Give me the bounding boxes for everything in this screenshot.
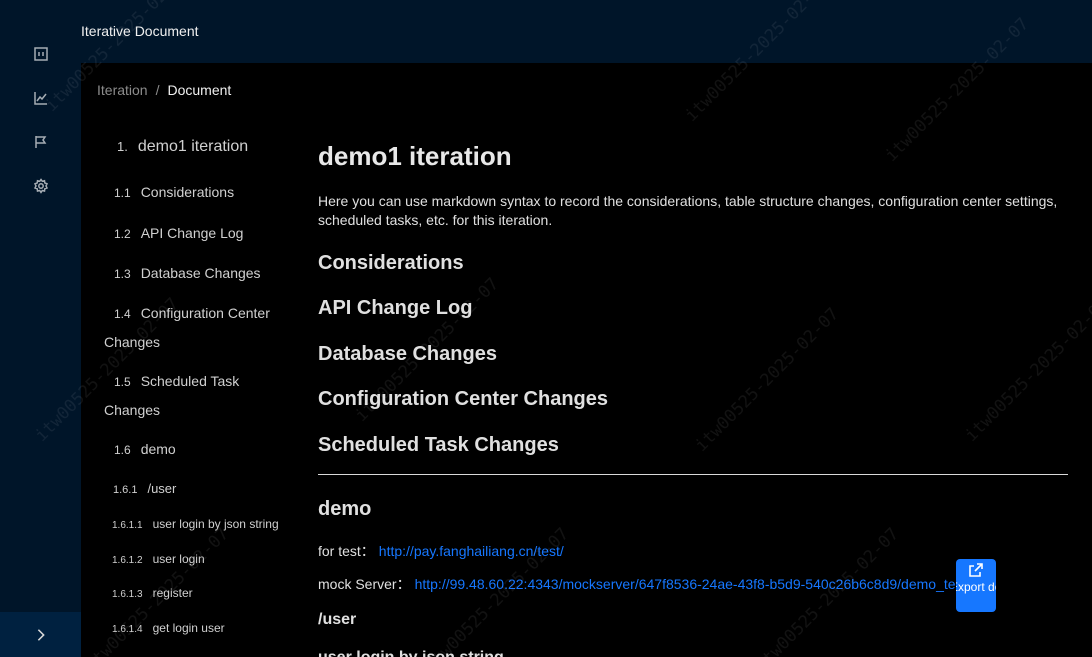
toc-item-user[interactable]: 1.6.1/user bbox=[113, 481, 176, 497]
section-considerations: Considerations bbox=[318, 252, 464, 274]
toc-label: Database Changes bbox=[140, 265, 261, 281]
toc-num: 1.6 bbox=[114, 443, 131, 457]
table-of-contents: 1. demo1 iteration 1.1 Considerations 1.2 A… bbox=[81, 63, 301, 657]
export-document-button[interactable]: Export document bbox=[956, 559, 996, 612]
top-header: Iterative Document bbox=[81, 0, 1092, 63]
toc-num: 1.2 bbox=[114, 227, 131, 241]
toc-num: 1.6.1 bbox=[113, 484, 138, 496]
section-api-change-log: API Change Log bbox=[318, 297, 473, 319]
for-test-label: for test： bbox=[318, 543, 375, 559]
section-user-login-by-json-string: user login by json string bbox=[318, 649, 504, 657]
page-title: Iterative Document bbox=[81, 23, 199, 39]
toc-label: get login user bbox=[152, 621, 225, 635]
toc-num: 1.6.1.2 bbox=[112, 555, 143, 566]
for-test-link[interactable]: http://pay.fanghailiang.cn/test/ bbox=[379, 543, 564, 559]
toc-label: Considerations bbox=[140, 184, 235, 200]
toc-label: Configuration Center bbox=[140, 305, 270, 321]
toc-item-database-changes[interactable]: 1.3 Database Changes bbox=[114, 265, 261, 282]
dashboard-icon[interactable] bbox=[31, 44, 51, 64]
divider bbox=[318, 474, 1068, 475]
mock-server-link[interactable]: http://99.48.60.22:4343/mockserver/647f8… bbox=[415, 576, 967, 592]
toc-item-user-login[interactable]: 1.6.1.2 user login bbox=[112, 552, 205, 567]
toc-label: API Change Log bbox=[140, 225, 244, 241]
toc-item-configuration-center-changes[interactable]: 1.4 Configuration Center bbox=[114, 305, 270, 322]
toc-label: user login bbox=[152, 552, 205, 566]
main-content: Iteration / Document 1. demo1 iteration 1… bbox=[81, 63, 1092, 657]
toc-item-scheduled-task-changes-wrap[interactable]: Changes bbox=[104, 402, 160, 419]
toc-item-api-change-log[interactable]: 1.2 API Change Log bbox=[114, 225, 243, 242]
toc-label: demo1 iteration bbox=[137, 138, 249, 155]
toc-item-user-login-by-json-string[interactable]: 1.6.1.1 user login by json string bbox=[112, 517, 279, 532]
toc-item-configuration-center-changes-wrap[interactable]: Changes bbox=[104, 334, 160, 351]
toc-item-register[interactable]: 1.6.1.3 register bbox=[112, 586, 193, 601]
side-nav bbox=[0, 0, 81, 657]
toc-label: user login by json string bbox=[152, 517, 279, 531]
mock-server-line: mock Server： http://99.48.60.22:4343/mock… bbox=[318, 574, 966, 594]
chevron-right-icon bbox=[37, 628, 45, 641]
toc-num: 1. bbox=[117, 139, 128, 154]
toc-item-get-login-user[interactable]: 1.6.1.4 get login user bbox=[112, 621, 225, 636]
toc-num: 1.6.1.4 bbox=[112, 624, 143, 635]
section-configuration-center-changes: Configuration Center Changes bbox=[318, 388, 609, 410]
mock-server-label: mock Server： bbox=[318, 576, 411, 592]
toc-label-wrap: Changes bbox=[104, 334, 161, 350]
toc-num: 1.6.1.1 bbox=[112, 520, 143, 531]
flag-icon[interactable] bbox=[31, 132, 51, 152]
toc-item-demo[interactable]: 1.6 demo bbox=[114, 441, 176, 458]
toc-label: /user bbox=[147, 481, 177, 496]
toc-num: 1.6.1.3 bbox=[112, 589, 143, 600]
toc-label: demo bbox=[140, 441, 176, 457]
export-document-label: Export document bbox=[956, 580, 996, 594]
toc-label: Scheduled Task bbox=[140, 373, 240, 389]
section-demo: demo bbox=[318, 498, 372, 520]
toc-label: register bbox=[152, 586, 193, 600]
section-user: /user bbox=[318, 611, 357, 628]
section-database-changes: Database Changes bbox=[318, 343, 497, 365]
toc-item-scheduled-task-changes[interactable]: 1.5 Scheduled Task bbox=[114, 373, 239, 390]
toc-num: 1.3 bbox=[114, 267, 131, 281]
toc-item-demo1-iteration[interactable]: 1. demo1 iteration bbox=[117, 137, 248, 156]
document-title: demo1 iteration bbox=[318, 141, 512, 171]
export-icon bbox=[969, 563, 983, 577]
toc-item-considerations[interactable]: 1.1 Considerations bbox=[114, 184, 234, 201]
toc-num: 1.5 bbox=[114, 375, 131, 389]
for-test-line: for test： http://pay.fanghailiang.cn/test… bbox=[318, 541, 564, 561]
gear-icon[interactable] bbox=[31, 176, 51, 196]
toc-num: 1.1 bbox=[114, 186, 131, 200]
document-intro: Here you can use markdown syntax to reco… bbox=[318, 193, 1058, 228]
toc-num: 1.4 bbox=[114, 307, 131, 321]
section-scheduled-task-changes: Scheduled Task Changes bbox=[318, 434, 559, 456]
toc-label-wrap: Changes bbox=[104, 402, 161, 418]
collapse-sidebar-button[interactable] bbox=[0, 612, 81, 657]
line-chart-icon[interactable] bbox=[31, 88, 51, 108]
